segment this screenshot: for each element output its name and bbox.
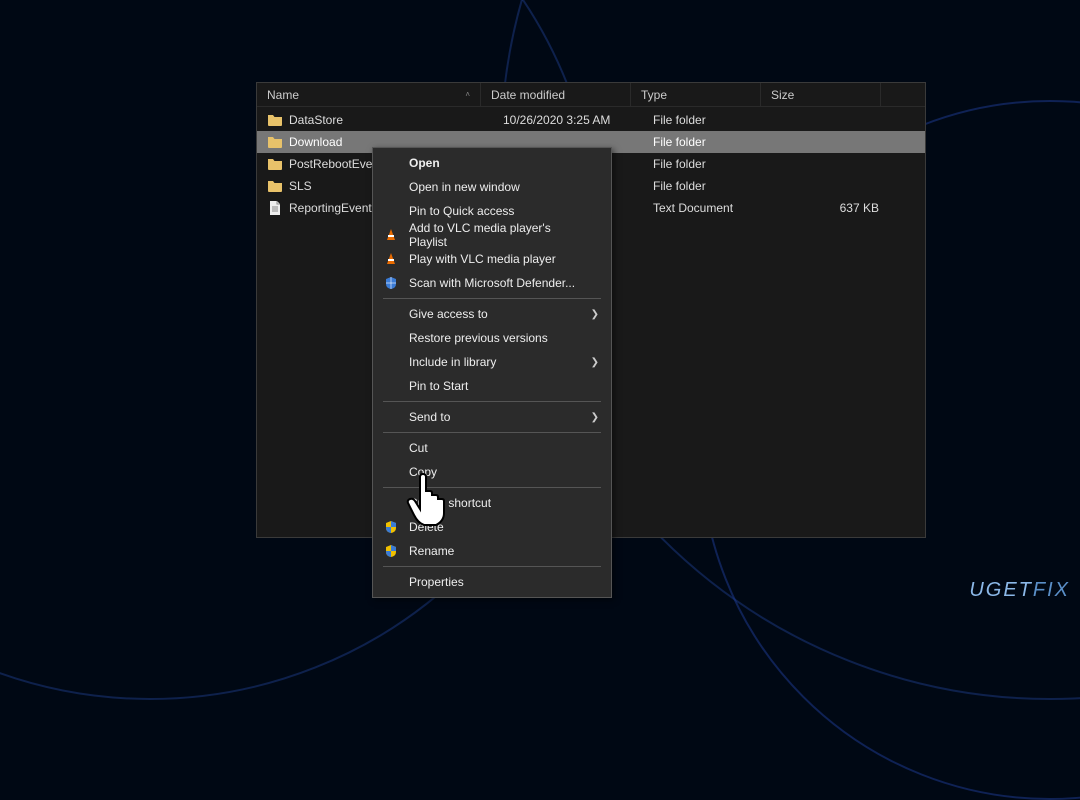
menu-pin-quick-access[interactable]: Pin to Quick access [375, 199, 609, 223]
menu-vlc-add-playlist[interactable]: Add to VLC media player's Playlist [375, 223, 609, 247]
menu-separator [383, 487, 601, 488]
menu-send-to[interactable]: Send to❯ [375, 405, 609, 429]
column-name[interactable]: Name ˄ [257, 83, 481, 106]
uac-shield-icon [383, 543, 399, 559]
file-date: 10/26/2020 3:25 AM [497, 113, 647, 127]
menu-cut[interactable]: Cut [375, 436, 609, 460]
file-type: File folder [647, 135, 777, 149]
chevron-right-icon: ❯ [591, 412, 599, 423]
column-date[interactable]: Date modified [481, 83, 631, 106]
menu-open[interactable]: Open [375, 151, 609, 175]
menu-separator [383, 401, 601, 402]
menu-restore-versions[interactable]: Restore previous versions [375, 326, 609, 350]
menu-properties[interactable]: Properties [375, 570, 609, 594]
column-type[interactable]: Type [631, 83, 761, 106]
file-name: DataStore [289, 113, 497, 127]
column-headers: Name ˄ Date modified Type Size [257, 83, 925, 107]
file-row[interactable]: DataStore10/26/2020 3:25 AMFile folder [257, 109, 925, 131]
menu-rename[interactable]: Rename [375, 539, 609, 563]
uac-shield-icon [383, 519, 399, 535]
menu-delete[interactable]: Delete [375, 515, 609, 539]
menu-create-shortcut[interactable]: Create shortcut [375, 491, 609, 515]
chevron-right-icon: ❯ [591, 309, 599, 320]
shield-icon [383, 275, 399, 291]
menu-separator [383, 432, 601, 433]
file-type: File folder [647, 157, 777, 171]
file-type: Text Document [647, 201, 777, 215]
chevron-right-icon: ❯ [591, 357, 599, 368]
menu-pin-start[interactable]: Pin to Start [375, 374, 609, 398]
menu-open-new-window[interactable]: Open in new window [375, 175, 609, 199]
column-name-label: Name [267, 88, 299, 102]
file-type: File folder [647, 113, 777, 127]
file-type: File folder [647, 179, 777, 193]
menu-vlc-play[interactable]: Play with VLC media player [375, 247, 609, 271]
menu-separator [383, 298, 601, 299]
vlc-icon [383, 251, 399, 267]
context-menu: Open Open in new window Pin to Quick acc… [372, 147, 612, 598]
file-size: 637 KB [777, 201, 887, 215]
watermark: UGETFIX [969, 579, 1070, 602]
sort-arrow-icon: ˄ [465, 90, 470, 99]
column-size[interactable]: Size [761, 83, 881, 106]
vlc-icon [383, 227, 399, 243]
menu-separator [383, 566, 601, 567]
menu-defender-scan[interactable]: Scan with Microsoft Defender... [375, 271, 609, 295]
menu-copy[interactable]: Copy [375, 460, 609, 484]
menu-give-access-to[interactable]: Give access to❯ [375, 302, 609, 326]
menu-include-library[interactable]: Include in library❯ [375, 350, 609, 374]
